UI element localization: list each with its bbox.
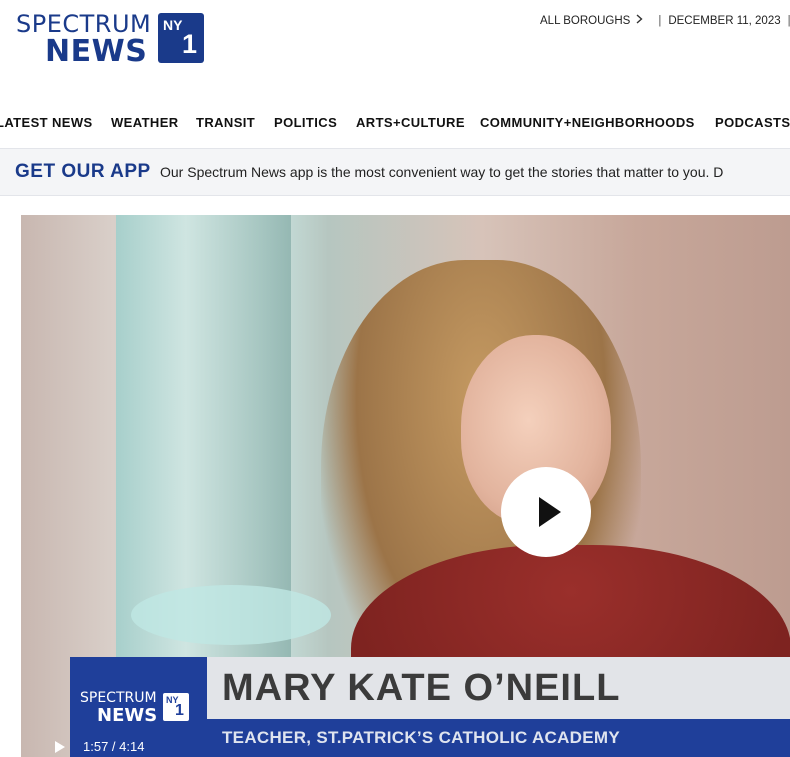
- spectrum-news-ny1-logo[interactable]: SPECTRUM NEWS NY 1: [16, 10, 206, 69]
- play-icon: [539, 497, 561, 527]
- lower-third-logo-spectrum: SPECTRUM: [80, 690, 157, 706]
- video-controls: 1:57 / 4:14: [21, 735, 790, 757]
- lower-third-name-bar: MARY KATE O’NEILL: [207, 657, 790, 719]
- nav-politics[interactable]: POLITICS: [274, 115, 337, 130]
- speaker-name: MARY KATE O’NEILL: [222, 667, 621, 709]
- nav-podcasts[interactable]: PODCASTS: [715, 115, 790, 130]
- app-promo-description: Our Spectrum News app is the most conven…: [160, 164, 724, 180]
- video-player[interactable]: SPECTRUM NEWS NY 1 MARY KATE O’NEILL TEA…: [21, 215, 790, 757]
- play-icon[interactable]: [55, 741, 65, 753]
- lower-third-badge-number: 1: [175, 702, 184, 719]
- current-date: DECEMBER 11, 2023: [668, 15, 781, 27]
- nav-transit[interactable]: TRANSIT: [196, 115, 255, 130]
- app-promo-banner[interactable]: GET OUR APP Our Spectrum News app is the…: [0, 148, 790, 196]
- video-time: 1:57 / 4:14: [83, 739, 145, 754]
- ny1-badge: NY 1: [158, 13, 204, 63]
- badge-ny-text: NY: [163, 17, 183, 33]
- app-promo-title: GET OUR APP: [15, 161, 151, 182]
- logo-news-text: NEWS: [45, 34, 148, 69]
- main-nav: LATEST NEWS WEATHER TRANSIT POLITICS ART…: [0, 110, 790, 136]
- video-frame-column-base: [131, 585, 331, 645]
- top-utility-bar: ALL BOROUGHS |DECEMBER 11, 2023|9: [540, 14, 790, 27]
- badge-number: 1: [182, 29, 198, 59]
- divider: |: [658, 15, 662, 27]
- nav-weather[interactable]: WEATHER: [111, 115, 179, 130]
- nav-latest-news[interactable]: LATEST NEWS: [0, 115, 93, 130]
- play-button[interactable]: [501, 467, 591, 557]
- lower-third-ny1-badge: NY 1: [163, 693, 189, 721]
- nav-community-neighborhoods[interactable]: COMMUNITY+NEIGHBORHOODS: [480, 115, 695, 130]
- lower-third-logo-news: NEWS: [97, 705, 158, 726]
- nav-arts-culture[interactable]: ARTS+CULTURE: [356, 115, 465, 130]
- site-header: SPECTRUM NEWS NY 1 ALL BOROUGHS | DECEMBE…: [0, 0, 790, 100]
- chevron-right-icon[interactable]: [636, 14, 643, 27]
- borough-selector[interactable]: ALL BOROUGHS: [540, 15, 630, 27]
